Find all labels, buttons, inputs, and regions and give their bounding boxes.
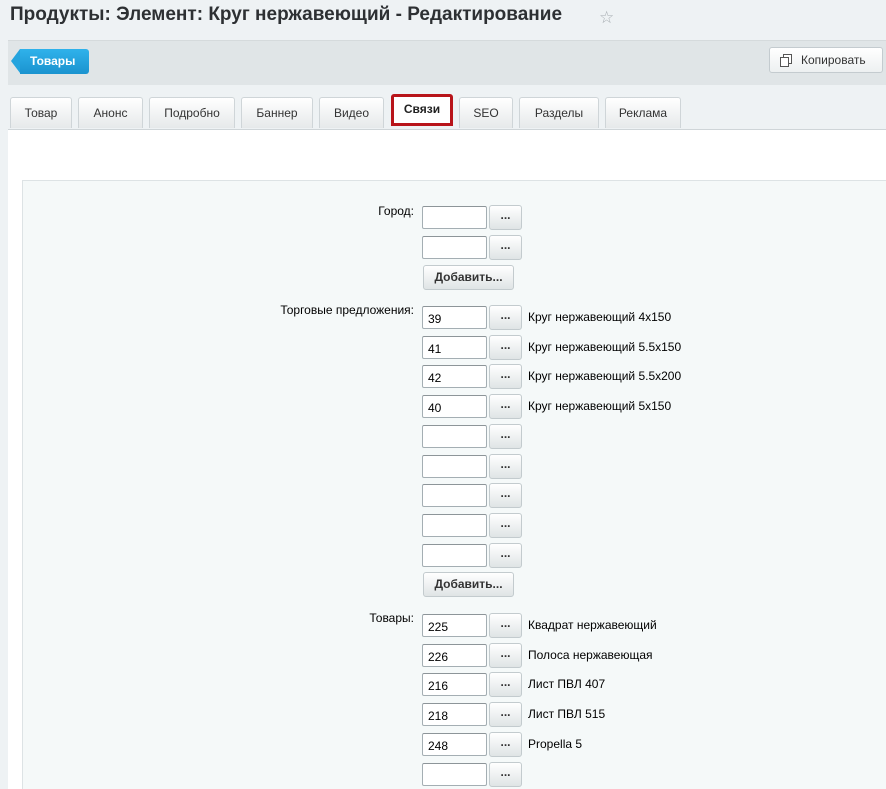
tab-seo[interactable]: SEO xyxy=(459,97,513,128)
offer-row-element-name: Круг нержавеющий 5х150 xyxy=(528,399,672,414)
copy-icon xyxy=(780,54,792,67)
tab-podrobno[interactable]: Подробно xyxy=(149,97,235,128)
city-row-id-input[interactable] xyxy=(422,206,487,229)
offer-row-browse-button[interactable]: ... xyxy=(489,305,522,330)
product-row-id-input[interactable]: 216 xyxy=(422,673,487,697)
offers-label: Торговые предложения: xyxy=(280,303,414,317)
tab-video[interactable]: Видео xyxy=(319,97,384,128)
offer-row-id-input[interactable] xyxy=(422,513,487,537)
product-row-element-name: Лист ПВЛ 407 xyxy=(528,677,606,692)
page-title: Продукты: Элемент: Круг нержавеющий - Ре… xyxy=(10,4,563,25)
product-row-id-input[interactable]: 218 xyxy=(422,703,487,727)
copy-button-label: Копировать xyxy=(801,53,866,67)
offer-row-element-name: Круг нержавеющий 5.5х200 xyxy=(528,369,682,384)
offer-row-id-input[interactable] xyxy=(422,454,487,478)
star-icon[interactable]: ☆ xyxy=(599,8,614,28)
offer-row-id-input[interactable] xyxy=(422,424,487,448)
product-row-browse-button[interactable]: ... xyxy=(489,642,522,668)
product-row-id-input[interactable]: 226 xyxy=(422,643,487,667)
product-row-browse-button[interactable]: ... xyxy=(489,731,522,757)
product-row-id-input[interactable] xyxy=(422,762,487,786)
product-row-element-name: Лист ПВЛ 515 xyxy=(528,707,606,722)
offer-row-browse-button[interactable]: ... xyxy=(489,453,522,479)
offer-row-id-input[interactable]: 39 xyxy=(422,306,487,329)
offer-row-element-name: Круг нержавеющий 4х150 xyxy=(528,310,672,324)
tab-reklama[interactable]: Реклама xyxy=(605,97,681,128)
product-row-browse-button[interactable]: ... xyxy=(489,702,522,728)
offer-row-id-input[interactable] xyxy=(422,543,487,567)
offer-row-element-name: Круг нержавеющий 5.5х150 xyxy=(528,339,682,354)
products-label: Товары: xyxy=(369,611,414,625)
offer-row-browse-button[interactable]: ... xyxy=(489,364,522,390)
offers-add-button[interactable]: Добавить... xyxy=(423,572,514,597)
product-row-browse-button[interactable]: ... xyxy=(489,613,522,638)
tab-anons[interactable]: Анонс xyxy=(78,97,143,128)
offer-row-browse-button[interactable]: ... xyxy=(489,542,522,568)
offer-row-id-input[interactable] xyxy=(422,484,487,508)
product-row-browse-button[interactable]: ... xyxy=(489,672,522,698)
product-row-id-input[interactable]: 225 xyxy=(422,614,487,637)
product-row-element-name: Propella 5 xyxy=(528,736,583,751)
copy-button[interactable]: Копировать xyxy=(769,47,883,73)
city-label: Город: xyxy=(378,204,414,218)
offer-row-browse-button[interactable]: ... xyxy=(489,423,522,449)
offer-row-browse-button[interactable]: ... xyxy=(489,394,522,420)
city-row-browse-button[interactable]: ... xyxy=(489,234,522,260)
offer-row-id-input[interactable]: 41 xyxy=(422,335,487,359)
tab-svyazi[interactable]: Связи xyxy=(391,94,453,126)
product-row-browse-button[interactable]: ... xyxy=(489,761,522,787)
city-add-button[interactable]: Добавить... xyxy=(423,265,514,290)
offer-row-id-input[interactable]: 42 xyxy=(422,365,487,389)
city-row-browse-button[interactable]: ... xyxy=(489,205,522,230)
product-row-element-name: Полоса нержавеющая xyxy=(528,647,653,662)
offer-row-id-input[interactable]: 40 xyxy=(422,395,487,419)
offer-row-browse-button[interactable]: ... xyxy=(489,334,522,360)
product-row-element-name: Квадрат нержавеющий xyxy=(528,618,657,632)
toolbar xyxy=(8,40,886,85)
tab-tovar[interactable]: Товар xyxy=(10,97,72,128)
tab-banner[interactable]: Баннер xyxy=(241,97,313,128)
product-row-id-input[interactable]: 248 xyxy=(422,732,487,756)
offer-row-browse-button[interactable]: ... xyxy=(489,512,522,538)
offer-row-browse-button[interactable]: ... xyxy=(489,483,522,509)
back-to-products-button[interactable]: Товары xyxy=(10,49,90,74)
tab-razdely[interactable]: Разделы xyxy=(519,97,599,128)
city-row-id-input[interactable] xyxy=(422,235,487,259)
